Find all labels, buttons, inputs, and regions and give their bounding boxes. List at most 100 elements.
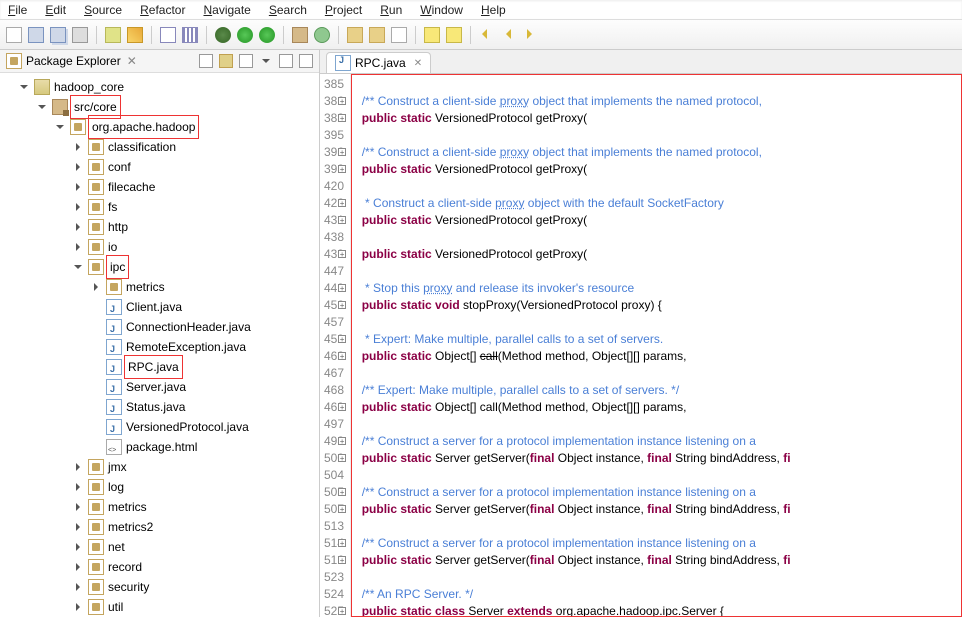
tree-item-security[interactable]: security bbox=[74, 577, 317, 597]
code-line[interactable]: * Construct a client-side proxy object w… bbox=[355, 195, 958, 212]
code-line[interactable]: public static Object[] call(Method metho… bbox=[355, 399, 958, 416]
lastloc-icon[interactable] bbox=[479, 27, 495, 43]
code-content[interactable]: /** Construct a client-side proxy object… bbox=[351, 74, 962, 617]
code-line[interactable] bbox=[355, 263, 958, 280]
code-line[interactable]: public static Server getServer(final Obj… bbox=[355, 450, 958, 467]
code-line[interactable] bbox=[355, 76, 958, 93]
menu-project[interactable]: Project bbox=[325, 3, 362, 17]
menu-edit[interactable]: Edit bbox=[45, 3, 66, 17]
srcfolder-node[interactable]: src/core bbox=[38, 97, 317, 117]
fold-icon[interactable]: + bbox=[338, 114, 346, 122]
code-line[interactable]: /** Construct a server for a protocol im… bbox=[355, 535, 958, 552]
runext-icon[interactable] bbox=[259, 27, 275, 43]
tree-item-io[interactable]: io bbox=[74, 237, 317, 257]
tree-item-rpc-java[interactable]: RPC.java bbox=[92, 357, 317, 377]
forward-icon[interactable] bbox=[523, 27, 539, 43]
menu-window[interactable]: Window bbox=[420, 3, 463, 17]
code-line[interactable]: public static class Server extends org.a… bbox=[355, 603, 958, 617]
tree-item-jmx[interactable]: jmx bbox=[74, 457, 317, 477]
tree-item-fs[interactable]: fs bbox=[74, 197, 317, 217]
fold-icon[interactable]: + bbox=[338, 284, 346, 292]
fold-icon[interactable]: + bbox=[338, 454, 346, 462]
fold-icon[interactable]: + bbox=[338, 352, 346, 360]
fold-icon[interactable]: + bbox=[338, 556, 346, 564]
menu-refactor[interactable]: Refactor bbox=[140, 3, 185, 17]
fold-icon[interactable]: + bbox=[338, 539, 346, 547]
tree-item-package-html[interactable]: package.html bbox=[92, 437, 317, 457]
tree-item-record[interactable]: record bbox=[74, 557, 317, 577]
code-line[interactable] bbox=[355, 365, 958, 382]
code-line[interactable]: public static VersionedProtocol getProxy… bbox=[355, 110, 958, 127]
link-editor-icon[interactable] bbox=[219, 54, 233, 68]
code-line[interactable]: * Expert: Make multiple, parallel calls … bbox=[355, 331, 958, 348]
newclass-icon[interactable] bbox=[314, 27, 330, 43]
code-line[interactable]: /** Expert: Make multiple, parallel call… bbox=[355, 382, 958, 399]
fold-icon[interactable]: + bbox=[338, 250, 346, 258]
tree-item-metrics[interactable]: metrics bbox=[92, 277, 317, 297]
fold-icon[interactable]: + bbox=[338, 437, 346, 445]
menu-help[interactable]: Help bbox=[481, 3, 506, 17]
tree-item-client-java[interactable]: Client.java bbox=[92, 297, 317, 317]
tree-item-util[interactable]: util bbox=[74, 597, 317, 617]
code-line[interactable]: public static VersionedProtocol getProxy… bbox=[355, 246, 958, 263]
new-icon[interactable] bbox=[6, 27, 22, 43]
tree-item-conf[interactable]: conf bbox=[74, 157, 317, 177]
togglemark-icon[interactable] bbox=[160, 27, 176, 43]
saveall-icon[interactable] bbox=[50, 27, 66, 43]
fold-icon[interactable]: + bbox=[338, 97, 346, 105]
fold-icon[interactable]: + bbox=[338, 199, 346, 207]
newpkg-icon[interactable] bbox=[292, 27, 308, 43]
close-tab-icon[interactable]: ✕ bbox=[414, 58, 422, 69]
prevann-icon[interactable] bbox=[446, 27, 462, 43]
fold-icon[interactable]: + bbox=[338, 488, 346, 496]
fold-icon[interactable]: + bbox=[338, 403, 346, 411]
tree-item-http[interactable]: http bbox=[74, 217, 317, 237]
fold-icon[interactable]: + bbox=[338, 607, 346, 615]
opentype-icon[interactable] bbox=[369, 27, 385, 43]
openfolder-icon[interactable] bbox=[347, 27, 363, 43]
code-editor[interactable]: 385386+388+395396+398+420422+431+438439+… bbox=[320, 74, 962, 617]
code-line[interactable]: public static Server getServer(final Obj… bbox=[355, 552, 958, 569]
code-line[interactable] bbox=[355, 127, 958, 144]
code-line[interactable]: /** Construct a server for a protocol im… bbox=[355, 484, 958, 501]
save-icon[interactable] bbox=[28, 27, 44, 43]
close-view-icon[interactable]: ✕ bbox=[127, 54, 137, 68]
debug-icon[interactable] bbox=[215, 27, 231, 43]
columns-icon[interactable] bbox=[182, 27, 198, 43]
maximize-icon[interactable] bbox=[299, 54, 313, 68]
fold-icon[interactable]: + bbox=[338, 216, 346, 224]
collapse-all-icon[interactable] bbox=[199, 54, 213, 68]
package-explorer-tree[interactable]: hadoop_core src/core org.apache.hadoop c… bbox=[0, 73, 319, 617]
menu-navigate[interactable]: Navigate bbox=[203, 3, 250, 17]
tree-item-versionedprotocol-java[interactable]: VersionedProtocol.java bbox=[92, 417, 317, 437]
code-line[interactable] bbox=[355, 416, 958, 433]
code-line[interactable] bbox=[355, 518, 958, 535]
filter-icon[interactable] bbox=[239, 54, 253, 68]
code-line[interactable] bbox=[355, 229, 958, 246]
code-line[interactable] bbox=[355, 314, 958, 331]
menu-source[interactable]: Source bbox=[84, 3, 122, 17]
tree-item-classification[interactable]: classification bbox=[74, 137, 317, 157]
ipc-node[interactable]: ipc bbox=[74, 257, 317, 277]
tree-item-status-java[interactable]: Status.java bbox=[92, 397, 317, 417]
tree-item-log[interactable]: log bbox=[74, 477, 317, 497]
wand-icon[interactable] bbox=[127, 27, 143, 43]
print-icon[interactable] bbox=[72, 27, 88, 43]
search-icon[interactable] bbox=[391, 27, 407, 43]
nextann-icon[interactable] bbox=[424, 27, 440, 43]
tree-item-metrics[interactable]: metrics bbox=[74, 497, 317, 517]
minimize-icon[interactable] bbox=[279, 54, 293, 68]
menu-search[interactable]: Search bbox=[269, 3, 307, 17]
menu-file[interactable]: File bbox=[8, 3, 27, 17]
code-line[interactable]: public static VersionedProtocol getProxy… bbox=[355, 161, 958, 178]
menu-run[interactable]: Run bbox=[380, 3, 402, 17]
fold-icon[interactable]: + bbox=[338, 301, 346, 309]
back-icon[interactable] bbox=[501, 27, 517, 43]
code-line[interactable]: /** Construct a client-side proxy object… bbox=[355, 144, 958, 161]
code-line[interactable]: public static VersionedProtocol getProxy… bbox=[355, 212, 958, 229]
project-node[interactable]: hadoop_core bbox=[20, 77, 317, 97]
code-line[interactable]: /** An RPC Server. */ bbox=[355, 586, 958, 603]
run-icon[interactable] bbox=[237, 27, 253, 43]
code-line[interactable]: /** Construct a client-side proxy object… bbox=[355, 93, 958, 110]
tab-rpc-java[interactable]: RPC.java ✕ bbox=[326, 52, 431, 73]
